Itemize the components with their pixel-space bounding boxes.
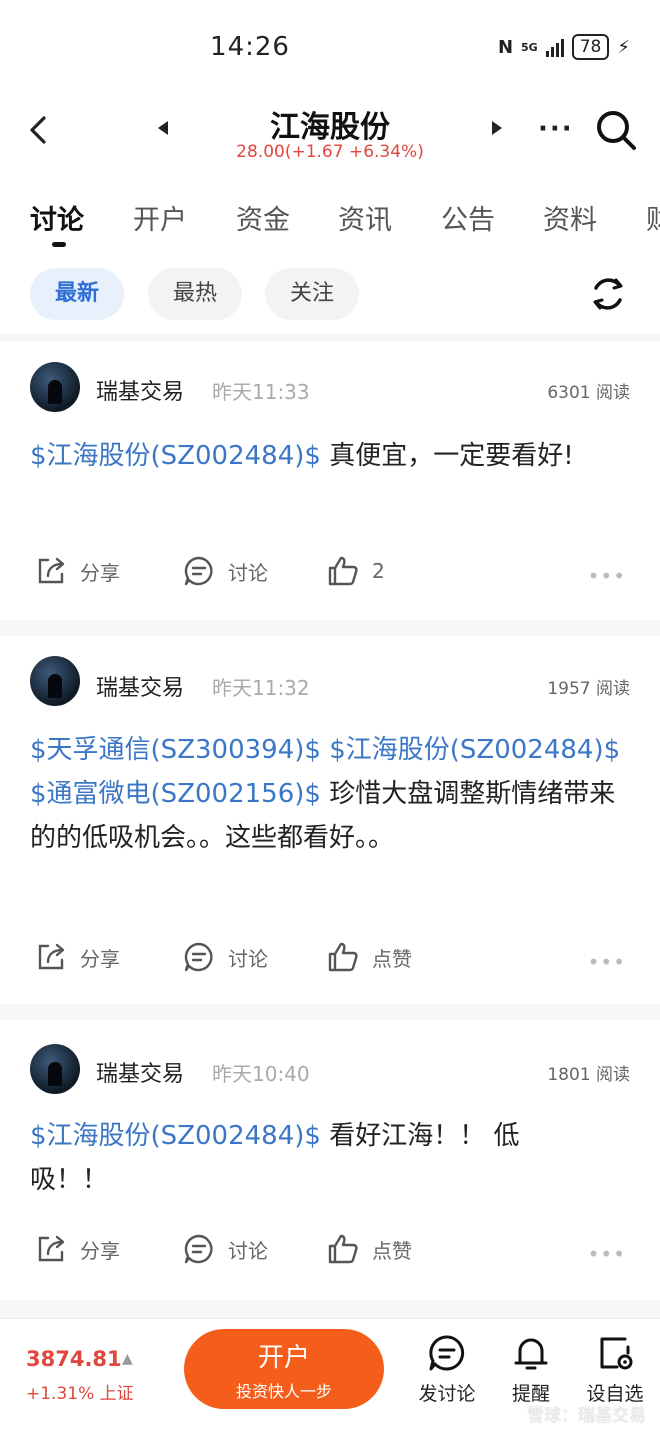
thumbs-up-icon [328,556,358,586]
avatar[interactable] [30,362,80,412]
post-actions: 分享 讨论 点赞 ••• [0,940,660,984]
stock-tag[interactable]: $江海股份(SZ002484)$ [329,735,620,765]
more-icon[interactable]: ··· [538,114,574,144]
share-label: 分享 [80,946,120,971]
like-button[interactable]: 点赞 [326,940,412,974]
battery-icon: 78 [571,34,610,60]
post-time: 昨天10:40 [212,1062,310,1086]
status-bar: 14:26 N 5G 78 ⚡ [0,0,660,90]
bell-icon [514,1338,548,1370]
stock-tag[interactable]: $江海股份(SZ002484)$ [30,441,321,471]
post-author[interactable]: 瑞基交易 [96,374,184,406]
refresh-icon[interactable] [588,274,628,314]
tab-funds[interactable]: 资金 [236,198,290,237]
share-icon [38,557,65,584]
post-card[interactable]: 瑞基交易 昨天10:40 1801 阅读 $江海股份(SZ002484)$ 看好… [0,1020,660,1300]
share-label: 分享 [80,1238,120,1263]
discuss-label: 讨论 [228,1238,268,1263]
avatar[interactable] [30,656,80,706]
network-label: 5G [521,40,538,54]
post-reads: 1801 阅读 [547,1065,630,1085]
share-icon [38,943,65,970]
filter-bar: 最新 最热 关注 [0,260,660,334]
more-options-icon[interactable]: ••• [588,1242,626,1266]
post-content[interactable]: $江海股份(SZ002484)$ 看好江海！！ 低吸！！ [30,1114,570,1202]
discuss-button[interactable]: 讨论 [182,554,268,588]
post-actions: 分享 讨论 点赞 ••• [0,1232,660,1276]
tab-finance[interactable]: 财 [646,198,660,237]
post-card[interactable]: 瑞基交易 昨天11:33 6301 阅读 $江海股份(SZ002484)$ 真便… [0,342,660,620]
discuss-label: 讨论 [228,560,268,585]
watchlist-settings-icon [600,1337,633,1370]
like-label: 点赞 [372,946,412,971]
comment-icon [184,942,213,972]
comment-icon [184,556,213,586]
tab-discussion[interactable]: 讨论 [30,198,84,237]
tab-bar: 讨论 开户 资金 资讯 公告 资料 财 [0,180,660,260]
post-text: 真便宜，一定要看好! [320,441,574,471]
share-label: 分享 [80,560,120,585]
discuss-button[interactable]: 讨论 [182,1232,268,1266]
stock-tag[interactable]: $天孚通信(SZ300394)$ [30,735,321,765]
share-icon [38,1235,65,1262]
open-account-title: 开户 [257,1343,310,1373]
share-button[interactable]: 分享 [34,1232,120,1266]
thumbs-up-icon [328,1234,358,1264]
like-button[interactable]: 点赞 [326,1232,412,1266]
post-author[interactable]: 瑞基交易 [96,670,184,702]
post-discussion-label: 发讨论 [418,1383,476,1405]
comment-icon [429,1335,465,1371]
like-label: 点赞 [372,1238,412,1263]
tab-news[interactable]: 资讯 [338,198,392,237]
like-button[interactable]: 2 [326,554,385,588]
signal-icon [545,37,564,57]
nfc-icon: N [497,36,514,58]
bottom-bar: 3874.81 ▲ +1.31% 上证 开户 投资快人一步 发讨论 提醒 设自选… [0,1318,660,1430]
post-card[interactable]: 瑞基交易 昨天11:32 1957 阅读 $天孚通信(SZ300394)$ $江… [0,636,660,1004]
post-content[interactable]: $天孚通信(SZ300394)$ $江海股份(SZ002484)$ $通富微电(… [30,728,630,860]
post-time: 昨天11:32 [212,676,310,700]
share-button[interactable]: 分享 [34,554,120,588]
filter-hot[interactable]: 最热 [148,268,242,320]
stock-header: 江海股份 28.00(+1.67 +6.34%) ··· [0,90,660,180]
avatar[interactable] [30,1044,80,1094]
next-stock-icon[interactable] [490,120,504,136]
more-options-icon[interactable]: ••• [588,950,626,974]
status-time: 14:26 [210,32,290,62]
thumbs-up-icon [328,942,358,972]
discuss-label: 讨论 [228,946,268,971]
post-reads: 6301 阅读 [547,383,630,403]
more-options-icon[interactable]: ••• [588,564,626,588]
stock-price: 28.00(+1.67 +6.34%) [236,142,424,162]
open-account-subtitle: 投资快人一步 [235,1382,332,1401]
open-account-button[interactable]: 开户 投资快人一步 [184,1329,384,1409]
watermark: 雪球：瑞基交易 [527,1406,646,1426]
tab-active-indicator [52,242,66,247]
stock-tag[interactable]: $江海股份(SZ002484)$ [30,1121,321,1151]
tab-open-account[interactable]: 开户 [133,198,187,237]
filter-following[interactable]: 关注 [265,268,359,320]
comment-icon [184,1234,213,1264]
tab-announcements[interactable]: 公告 [441,198,495,237]
post-author[interactable]: 瑞基交易 [96,1056,184,1088]
filter-latest[interactable]: 最新 [30,268,124,320]
stock-tag[interactable]: $通富微电(SZ002156)$ [30,779,321,809]
post-discussion-button[interactable]: 发讨论 [412,1333,482,1406]
post-reads: 1957 阅读 [547,679,630,699]
charging-icon: ⚡ [617,36,630,58]
discuss-button[interactable]: 讨论 [182,940,268,974]
index-change[interactable]: +1.31% 上证 [26,1379,134,1404]
index-value[interactable]: 3874.81 [26,1347,122,1371]
triangle-up-icon: ▲ [122,1351,133,1367]
search-icon[interactable] [594,108,638,152]
share-button[interactable]: 分享 [34,940,120,974]
post-content[interactable]: $江海股份(SZ002484)$ 真便宜，一定要看好! [30,434,630,478]
post-time: 昨天11:33 [212,380,310,404]
add-watchlist-button[interactable]: 设自选 [580,1333,650,1406]
status-icons: N 5G 78 ⚡ [498,34,630,60]
tab-profile[interactable]: 资料 [543,198,597,237]
post-actions: 分享 讨论 2 ••• [0,554,660,598]
like-count: 2 [372,559,385,583]
reminder-button[interactable]: 提醒 [496,1333,566,1406]
